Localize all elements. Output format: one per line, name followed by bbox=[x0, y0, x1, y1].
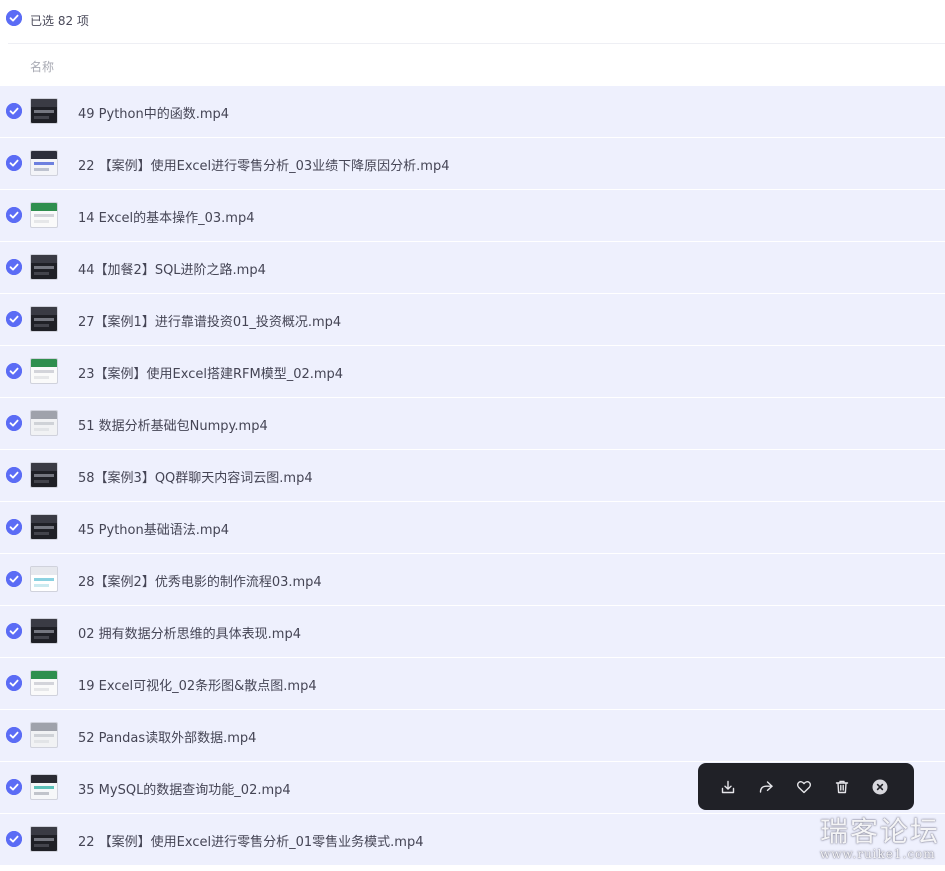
video-thumbnail bbox=[30, 254, 58, 280]
file-row[interactable]: 23【案例】使用Excel搭建RFM模型_02.mp4 bbox=[0, 346, 945, 397]
file-name[interactable]: 27【案例1】进行靠谱投资01_投资概况.mp4 bbox=[78, 311, 341, 330]
file-name[interactable]: 22 【案例】使用Excel进行零售分析_03业绩下降原因分析.mp4 bbox=[78, 155, 449, 174]
row-check-icon[interactable] bbox=[6, 103, 22, 119]
selection-header: 已选 82 项 bbox=[0, 0, 945, 44]
file-row[interactable]: 44【加餐2】SQL进阶之路.mp4 bbox=[0, 242, 945, 293]
row-check-icon[interactable] bbox=[6, 675, 22, 691]
file-name[interactable]: 19 Excel可视化_02条形图&散点图.mp4 bbox=[78, 675, 317, 694]
row-check-icon[interactable] bbox=[6, 259, 22, 275]
file-row[interactable]: 22 【案例】使用Excel进行零售分析_01零售业务模式.mp4 bbox=[0, 814, 945, 865]
video-thumbnail bbox=[30, 358, 58, 384]
file-name[interactable]: 23【案例】使用Excel搭建RFM模型_02.mp4 bbox=[78, 363, 343, 382]
watermark-url: www.ruike1.com bbox=[820, 847, 936, 861]
file-name[interactable]: 44【加餐2】SQL进阶之路.mp4 bbox=[78, 259, 266, 278]
row-check-icon[interactable] bbox=[6, 207, 22, 223]
row-check-icon[interactable] bbox=[6, 155, 22, 171]
selected-count-label: 已选 82 项 bbox=[30, 14, 89, 28]
video-thumbnail bbox=[30, 410, 58, 436]
file-row[interactable]: 27【案例1】进行靠谱投资01_投资概况.mp4 bbox=[0, 294, 945, 345]
video-thumbnail bbox=[30, 514, 58, 540]
video-thumbnail bbox=[30, 98, 58, 124]
file-row[interactable]: 22 【案例】使用Excel进行零售分析_03业绩下降原因分析.mp4 bbox=[0, 138, 945, 189]
header-divider bbox=[8, 43, 945, 44]
row-check-icon[interactable] bbox=[6, 831, 22, 847]
video-thumbnail bbox=[30, 826, 58, 852]
row-check-icon[interactable] bbox=[6, 467, 22, 483]
file-row[interactable]: 58【案例3】QQ群聊天内容词云图.mp4 bbox=[0, 450, 945, 501]
watermark-logo: 瑞客论坛 www.ruike1.com bbox=[820, 815, 941, 861]
video-thumbnail bbox=[30, 202, 58, 228]
file-row[interactable]: 52 Pandas读取外部数据.mp4 bbox=[0, 710, 945, 761]
share-icon[interactable] bbox=[758, 779, 774, 795]
row-check-icon[interactable] bbox=[6, 727, 22, 743]
file-row[interactable]: 51 数据分析基础包Numpy.mp4 bbox=[0, 398, 945, 449]
row-check-icon[interactable] bbox=[6, 519, 22, 535]
column-name-label[interactable]: 名称 bbox=[30, 58, 54, 75]
file-name[interactable]: 28【案例2】优秀电影的制作流程03.mp4 bbox=[78, 571, 322, 590]
file-name[interactable]: 45 Python基础语法.mp4 bbox=[78, 519, 229, 538]
file-name[interactable]: 22 【案例】使用Excel进行零售分析_01零售业务模式.mp4 bbox=[78, 831, 423, 850]
file-name[interactable]: 49 Python中的函数.mp4 bbox=[78, 103, 229, 122]
favorite-icon[interactable] bbox=[796, 779, 812, 795]
video-thumbnail bbox=[30, 722, 58, 748]
select-all-check-icon[interactable] bbox=[6, 10, 22, 26]
file-row[interactable]: 14 Excel的基本操作_03.mp4 bbox=[0, 190, 945, 241]
file-name[interactable]: 58【案例3】QQ群聊天内容词云图.mp4 bbox=[78, 467, 313, 486]
file-row[interactable]: 19 Excel可视化_02条形图&散点图.mp4 bbox=[0, 658, 945, 709]
file-row[interactable]: 02 拥有数据分析思维的具体表现.mp4 bbox=[0, 606, 945, 657]
file-name[interactable]: 35 MySQL的数据查询功能_02.mp4 bbox=[78, 779, 291, 798]
bulk-action-toolbar bbox=[698, 763, 914, 810]
row-check-icon[interactable] bbox=[6, 363, 22, 379]
file-name[interactable]: 52 Pandas读取外部数据.mp4 bbox=[78, 727, 256, 746]
row-check-icon[interactable] bbox=[6, 623, 22, 639]
file-name[interactable]: 51 数据分析基础包Numpy.mp4 bbox=[78, 415, 268, 434]
file-name[interactable]: 14 Excel的基本操作_03.mp4 bbox=[78, 207, 254, 226]
watermark-title: 瑞客论坛 bbox=[820, 815, 941, 848]
row-check-icon[interactable] bbox=[6, 415, 22, 431]
row-check-icon[interactable] bbox=[6, 311, 22, 327]
file-row[interactable]: 45 Python基础语法.mp4 bbox=[0, 502, 945, 553]
video-thumbnail bbox=[30, 670, 58, 696]
row-check-icon[interactable] bbox=[6, 779, 22, 795]
video-thumbnail bbox=[30, 150, 58, 176]
column-header: 名称 bbox=[0, 45, 945, 85]
video-thumbnail bbox=[30, 462, 58, 488]
file-row[interactable]: 49 Python中的函数.mp4 bbox=[0, 86, 945, 137]
file-list: 49 Python中的函数.mp4 22 【案例】使用Excel进行零售分析_03… bbox=[0, 86, 945, 866]
file-name[interactable]: 02 拥有数据分析思维的具体表现.mp4 bbox=[78, 623, 301, 642]
video-thumbnail bbox=[30, 306, 58, 332]
delete-icon[interactable] bbox=[834, 779, 850, 795]
row-check-icon[interactable] bbox=[6, 571, 22, 587]
video-thumbnail bbox=[30, 774, 58, 800]
download-icon[interactable] bbox=[720, 779, 736, 795]
video-thumbnail bbox=[30, 618, 58, 644]
close-icon[interactable] bbox=[872, 779, 888, 795]
file-row[interactable]: 28【案例2】优秀电影的制作流程03.mp4 bbox=[0, 554, 945, 605]
video-thumbnail bbox=[30, 566, 58, 592]
